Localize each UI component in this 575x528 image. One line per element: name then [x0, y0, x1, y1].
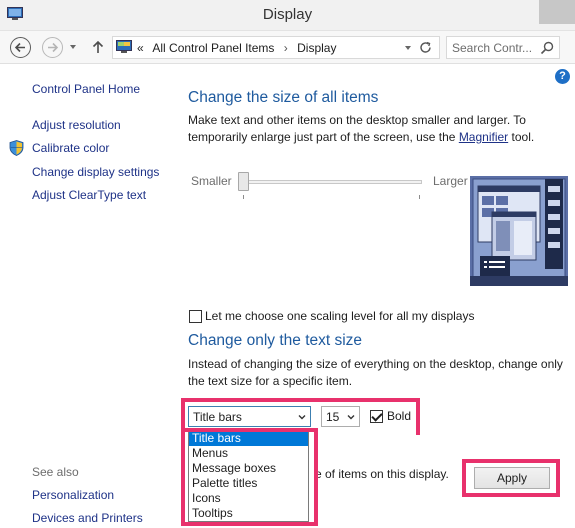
close-button[interactable] — [539, 0, 575, 24]
address-toolbar: « All Control Panel Items › Display — [0, 31, 575, 64]
arrow-right-icon — [48, 42, 59, 53]
search-icon[interactable] — [540, 41, 554, 55]
slider-tick — [419, 195, 420, 199]
scaling-checkbox-label[interactable]: Let me choose one scaling level for all … — [205, 308, 474, 325]
slider-tick — [243, 195, 244, 199]
back-button[interactable] — [10, 37, 31, 58]
breadcrumb-display[interactable]: Display — [297, 41, 336, 55]
size-section-description: Make text and other items on the desktop… — [188, 112, 566, 146]
window-title: Display — [262, 6, 313, 23]
control-panel-icon — [116, 40, 132, 53]
recent-locations-dropdown[interactable] — [70, 45, 76, 49]
scaling-checkbox[interactable] — [189, 310, 202, 323]
text-size-description: Instead of changing the size of everythi… — [188, 357, 563, 388]
up-arrow-icon[interactable] — [90, 39, 106, 55]
personalization-link[interactable]: Personalization — [32, 488, 114, 502]
slider-max-label: Larger — [433, 174, 468, 188]
refresh-icon[interactable] — [418, 40, 433, 55]
slider-min-label: Smaller — [191, 174, 232, 188]
forward-button[interactable] — [42, 37, 63, 58]
see-also-label: See also — [32, 465, 79, 479]
size-section-heading: Change the size of all items — [188, 89, 379, 106]
breadcrumb-overflow[interactable]: « — [137, 41, 144, 55]
arrow-left-icon — [14, 42, 25, 53]
address-box[interactable]: « All Control Panel Items › Display — [112, 36, 440, 59]
highlight-dropdown-list — [181, 428, 318, 526]
shield-icon — [9, 140, 24, 156]
highlight-apply-button — [462, 459, 560, 497]
devices-and-printers-link[interactable]: Devices and Printers — [32, 511, 143, 525]
search-input[interactable] — [452, 40, 538, 55]
breadcrumb: « All Control Panel Items › Display — [137, 41, 342, 55]
display-preview-image — [470, 176, 568, 286]
magnifier-link[interactable]: Magnifier — [459, 130, 508, 144]
text-size-heading: Change only the text size — [188, 332, 363, 349]
breadcrumb-separator[interactable]: › — [284, 41, 288, 55]
breadcrumb-all-control-panel-items[interactable]: All Control Panel Items — [152, 41, 274, 55]
title-bar: Display — [0, 0, 575, 31]
size-slider-thumb[interactable] — [238, 172, 249, 191]
control-panel-home-link[interactable]: Control Panel Home — [32, 82, 140, 96]
size-description-tail: tool. — [508, 130, 535, 144]
help-icon[interactable]: ? — [555, 69, 570, 84]
adjust-cleartype-link[interactable]: Adjust ClearType text — [32, 188, 146, 202]
calibrate-color-link[interactable]: Calibrate color — [32, 141, 109, 155]
apply-description-text: e of items on this display. — [315, 467, 449, 481]
change-display-settings-link[interactable]: Change display settings — [32, 165, 159, 179]
adjust-resolution-link[interactable]: Adjust resolution — [32, 118, 121, 132]
search-box[interactable] — [446, 36, 560, 59]
size-slider-track[interactable] — [239, 180, 422, 184]
address-dropdown-arrow[interactable] — [405, 46, 411, 50]
